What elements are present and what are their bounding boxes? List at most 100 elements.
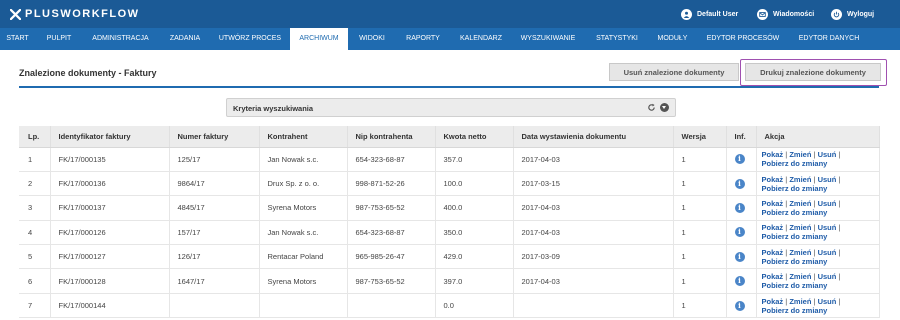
cell-lp: 5: [19, 244, 51, 270]
user-icon: [681, 8, 692, 20]
logout-label: Wyloguj: [847, 10, 875, 18]
table-row: 3 FK/17/000137 4845/17 Syrena Motors 987-753…: [19, 195, 880, 221]
action-separator: |: [813, 247, 816, 257]
cell-number: 4845/17: [169, 195, 260, 221]
menu-item-start[interactable]: START: [0, 28, 35, 50]
delete-link[interactable]: Usuń: [818, 175, 837, 184]
print-documents-button[interactable]: Drukuj znalezione dokumenty: [745, 63, 881, 81]
logout-link[interactable]: Wyloguj: [831, 7, 874, 21]
cell-version: 1: [673, 244, 727, 270]
cell-amount: 400.0: [435, 195, 514, 221]
cell-version: 1: [673, 147, 727, 172]
col-header-id[interactable]: Identyfikator faktury: [50, 126, 170, 148]
menu-item-pulpit[interactable]: PULPIT: [39, 28, 79, 50]
collapse-toggle-icon[interactable]: [660, 103, 669, 112]
cell-contractor: Jan Nowak s.c.: [259, 147, 348, 172]
info-icon[interactable]: i: [734, 154, 745, 165]
change-link[interactable]: Zmień: [789, 199, 811, 208]
refresh-icon[interactable]: [647, 103, 656, 112]
show-link[interactable]: Pokaż: [762, 199, 784, 208]
delete-link[interactable]: Usuń: [818, 199, 837, 208]
change-link[interactable]: Zmień: [789, 248, 811, 257]
menu-item-wyszukiwanie[interactable]: WYSZUKIWANIE: [513, 28, 583, 50]
show-link[interactable]: Pokaż: [762, 272, 784, 281]
action-separator: |: [785, 150, 788, 160]
table-row: 5 FK/17/000127 126/17 Rentacar Poland 965-98…: [19, 244, 880, 270]
menu-item-moduly[interactable]: MODUŁY: [650, 28, 695, 50]
download-for-edit-link[interactable]: Pobierz do zmiany: [762, 184, 828, 193]
info-icon[interactable]: i: [734, 300, 745, 311]
delete-link[interactable]: Usuń: [818, 248, 837, 257]
table-header-row: Lp. Identyfikator faktury Numer faktury …: [19, 126, 880, 148]
col-header-date[interactable]: Data wystawienia dokumentu: [513, 126, 674, 148]
remove-documents-button[interactable]: Usuń znalezione dokumenty: [609, 63, 739, 81]
show-link[interactable]: Pokaż: [762, 248, 784, 257]
delete-link[interactable]: Usuń: [818, 223, 837, 232]
change-link[interactable]: Zmień: [789, 150, 811, 159]
cell-nip: 654-323-68-87: [347, 220, 436, 246]
show-link[interactable]: Pokaż: [762, 175, 784, 184]
top-bar: PLUSWORKFLOW Default User Wiadomości Wyl…: [0, 0, 900, 28]
download-for-edit-link[interactable]: Pobierz do zmiany: [762, 257, 828, 266]
messages-link[interactable]: Wiadomości: [757, 7, 814, 21]
cell-contractor: Drux Sp. z o. o.: [259, 171, 348, 197]
messages-label: Wiadomości: [773, 10, 815, 18]
delete-link[interactable]: Usuń: [818, 272, 837, 281]
col-header-lp[interactable]: Lp.: [19, 126, 51, 148]
change-link[interactable]: Zmień: [789, 175, 811, 184]
action-separator: |: [785, 223, 788, 233]
change-link[interactable]: Zmień: [789, 297, 811, 306]
change-link[interactable]: Zmień: [789, 272, 811, 281]
table-row: 1 FK/17/000135 125/17 Jan Nowak s.c. 654-323…: [19, 147, 880, 172]
download-for-edit-link[interactable]: Pobierz do zmiany: [762, 208, 828, 217]
action-separator: |: [813, 150, 816, 160]
cell-id: FK/17/000136: [50, 171, 170, 197]
search-criteria-panel[interactable]: Kryteria wyszukiwania: [226, 98, 676, 117]
col-header-nip[interactable]: Nip kontrahenta: [347, 126, 436, 148]
cell-nip: [347, 293, 436, 319]
info-icon[interactable]: i: [734, 227, 745, 238]
col-header-number[interactable]: Numer faktury: [169, 126, 260, 148]
menu-item-edytor-procesow[interactable]: EDYTOR PROCESÓW: [700, 28, 786, 50]
user-menu[interactable]: Default User: [681, 7, 738, 21]
delete-link[interactable]: Usuń: [818, 150, 837, 159]
col-header-version[interactable]: Wersja: [673, 126, 727, 148]
menu-item-administracja[interactable]: ADMINISTRACJA: [83, 28, 158, 50]
action-separator: |: [838, 272, 841, 282]
menu-item-raporty[interactable]: RAPORTY: [399, 28, 447, 50]
cell-amount: 0.0: [435, 293, 514, 319]
cell-amount: 350.0: [435, 220, 514, 246]
cell-contractor: Jan Nowak s.c.: [259, 220, 348, 246]
col-header-contractor[interactable]: Kontrahent: [259, 126, 348, 148]
info-icon[interactable]: i: [734, 202, 745, 213]
app-logo[interactable]: PLUSWORKFLOW: [9, 7, 140, 21]
cell-action: Pokaż | Zmień | Usuń | Pobierz do zmiany: [756, 195, 880, 221]
menu-item-widoki[interactable]: WIDOKI: [351, 28, 393, 50]
menu-item-kalendarz[interactable]: KALENDARZ: [452, 28, 510, 50]
col-header-amount[interactable]: Kwota netto: [435, 126, 514, 148]
info-icon[interactable]: i: [734, 178, 745, 189]
cell-date: 2017-04-03: [513, 268, 674, 294]
show-link[interactable]: Pokaż: [762, 223, 784, 232]
info-icon[interactable]: i: [734, 251, 745, 262]
logo-text: PLUSWORKFLOW: [25, 8, 140, 20]
delete-link[interactable]: Usuń: [818, 297, 837, 306]
download-for-edit-link[interactable]: Pobierz do zmiany: [762, 159, 828, 168]
show-link[interactable]: Pokaż: [762, 297, 784, 306]
cell-lp: 4: [19, 220, 51, 246]
cell-date: 2017-04-03: [513, 220, 674, 246]
menu-item-edytor-danych[interactable]: EDYTOR DANYCH: [790, 28, 868, 50]
download-for-edit-link[interactable]: Pobierz do zmiany: [762, 281, 828, 290]
download-for-edit-link[interactable]: Pobierz do zmiany: [762, 232, 828, 241]
menu-item-statystyki[interactable]: STATYSTYKI: [587, 28, 647, 50]
menu-item-utworz-proces[interactable]: UTWÓRZ PROCES: [211, 28, 289, 50]
action-separator: |: [785, 272, 788, 282]
cell-action: Pokaż | Zmień | Usuń | Pobierz do zmiany: [756, 147, 880, 172]
show-link[interactable]: Pokaż: [762, 150, 784, 159]
change-link[interactable]: Zmień: [789, 223, 811, 232]
info-icon[interactable]: i: [734, 276, 745, 287]
download-for-edit-link[interactable]: Pobierz do zmiany: [762, 306, 828, 315]
menu-item-zadania[interactable]: ZADANIA: [162, 28, 208, 50]
menu-item-archiwum[interactable]: ARCHIWUM: [290, 28, 348, 50]
cell-amount: 100.0: [435, 171, 514, 197]
